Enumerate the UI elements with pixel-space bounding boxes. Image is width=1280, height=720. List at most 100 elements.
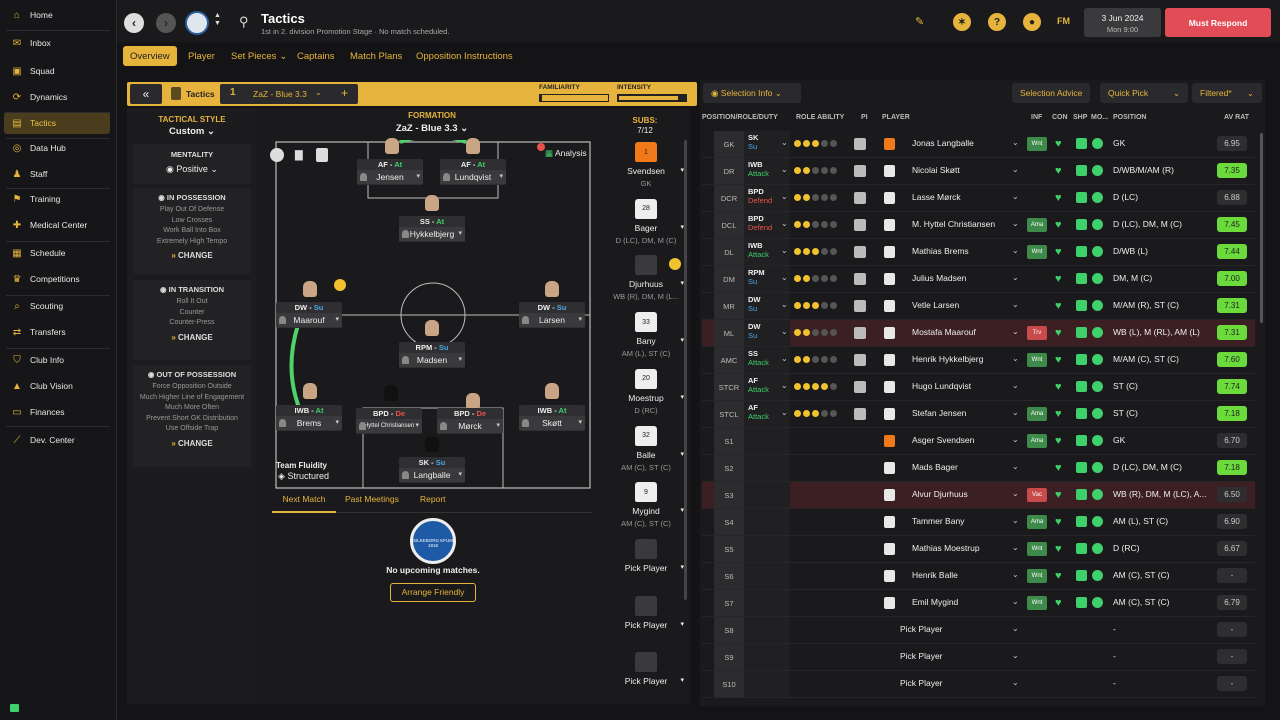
sidebar-item-club-vision[interactable]: ▲ Club Vision (4, 375, 110, 397)
sidebar-item-club-info[interactable]: ⛉ Club Info (4, 349, 110, 371)
chevron-down-icon[interactable]: ⌄ (1012, 138, 1019, 147)
chevron-down-icon[interactable]: ⌄ (1012, 381, 1019, 390)
column-header[interactable]: SHP (1073, 114, 1087, 121)
analysis-button[interactable]: ▦ Analysis (545, 148, 587, 159)
pitch-player-chip[interactable]: DW - Su Maarouf ▾ (276, 302, 342, 328)
player-name[interactable]: Pick Player (900, 651, 943, 661)
pitch-player-chip[interactable]: IWB - At Skøtt ▾ (519, 405, 585, 431)
position-slot[interactable]: ML (714, 320, 744, 346)
position-slot[interactable]: S10 (714, 671, 744, 697)
in-transition-change-button[interactable]: » CHANGE (133, 333, 251, 342)
column-header[interactable]: INF (1031, 114, 1042, 121)
pitch-player-chip[interactable]: AF - At Jensen ▾ (357, 159, 423, 185)
chevron-down-icon[interactable]: ⌄ (1012, 219, 1019, 228)
table-row[interactable]: GK SK Su ⌄ Jonas Langballe ⌄ Wnt ♥ GK 6.95 (702, 131, 1255, 158)
sidebar-item-scouting[interactable]: ⌕ Scouting (4, 295, 110, 317)
player-name[interactable]: Lasse Mørck (912, 192, 961, 202)
selection-info-button[interactable]: ◉ Selection Info ⌄ (703, 83, 801, 103)
arrange-friendly-button[interactable]: Arrange Friendly (390, 583, 476, 602)
sidebar-item-competitions[interactable]: ♛ Competitions (4, 268, 110, 290)
tactical-style-select[interactable]: Custom ⌄ (127, 126, 257, 137)
player-name[interactable]: Asger Svendsen (912, 435, 974, 445)
position-slot[interactable]: DM (714, 266, 744, 292)
table-row[interactable]: AMC SS Attack ⌄ Henrik Hykkelbjerg ⌄ Wnt ♥ M/AM … (702, 347, 1255, 374)
table-row[interactable]: S2 Mads Bager ⌄ ♥ D (LC), DM, M (C) 7.18 (702, 455, 1255, 482)
sidebar-item-home[interactable]: ⌂ Home (4, 4, 110, 26)
player-name[interactable]: Pick Player (900, 624, 943, 634)
pitch-player-chip[interactable]: RPM - Su Madsen ▾ (399, 342, 465, 368)
pitch-player-chip[interactable]: BPD - De Mørck ▾ (437, 408, 503, 434)
player-name[interactable]: Mathias Brems (912, 246, 969, 256)
table-row[interactable]: S8 Pick Player ⌄ - - (702, 617, 1255, 644)
chevron-down-icon[interactable]: ⌄ (1012, 489, 1019, 498)
player-name[interactable]: Vetle Larsen (912, 300, 959, 310)
role-duty-select[interactable] (744, 536, 790, 562)
quick-pick-button[interactable]: Quick Pick ⌄ (1100, 83, 1188, 103)
chevron-down-icon[interactable]: ⌄ (1012, 678, 1019, 687)
out-of-possession-change-button[interactable]: » CHANGE (133, 439, 251, 448)
sub-slot[interactable]: Pick Player ▾ (606, 595, 686, 633)
role-duty-select[interactable] (744, 455, 790, 481)
role-duty-select[interactable] (744, 428, 790, 454)
sub-name-field[interactable]: Djurhuus ▾ (606, 279, 686, 289)
table-row[interactable]: DCR BPD Defend ⌄ Lasse Mørck ⌄ ♥ D (LC) 6.88 (702, 185, 1255, 212)
instructions-icon[interactable] (316, 148, 328, 162)
player-name[interactable]: Mathias Moestrup (912, 543, 980, 553)
table-row[interactable]: MR DW Su ⌄ Vetle Larsen ⌄ ♥ M/AM (R), ST (C) 7.3… (702, 293, 1255, 320)
table-row[interactable]: DCL BPD Defend ⌄ M. Hyttel Christiansen ⌄ Ama ♥… (702, 212, 1255, 239)
position-slot[interactable]: MR (714, 293, 744, 319)
position-slot[interactable]: DR (714, 158, 744, 184)
chevron-down-icon[interactable]: ⌄ (1012, 408, 1019, 417)
player-name[interactable]: Mads Bager (912, 462, 958, 472)
sidebar-item-training[interactable]: ⚑ Training (4, 188, 110, 210)
sub-name-field[interactable]: Pick Player ▾ (606, 620, 686, 630)
role-duty-select[interactable] (744, 590, 790, 616)
role-duty-select[interactable] (744, 617, 790, 643)
date-display[interactable]: 3 Jun 2024 Mon 9:00 (1084, 8, 1161, 37)
column-header[interactable]: PI (861, 114, 868, 121)
player-info-icon[interactable] (270, 148, 284, 162)
player-instructions-icon[interactable] (854, 273, 866, 285)
table-row[interactable]: S3 Alvur Djurhuus ⌄ Vac ♥ WB (R), DM, M (LC),… (702, 482, 1255, 509)
column-header[interactable]: POSITION/ROLE/DUTY (702, 114, 778, 121)
sidebar-item-squad[interactable]: ▣ Squad (4, 60, 110, 82)
search-icon[interactable]: ⚲ (239, 14, 249, 30)
table-row[interactable]: DL IWB Attack ⌄ Mathias Brems ⌄ Wnt ♥ D/WB (L) 7.… (702, 239, 1255, 266)
table-row[interactable]: DR IWB Attack ⌄ Nicolai Skøtt ⌄ ♥ D/WB/M/AM (R)… (702, 158, 1255, 185)
chevron-down-icon[interactable]: ⌄ (1012, 435, 1019, 444)
tab-player[interactable]: Player (181, 46, 222, 66)
position-slot[interactable]: S7 (714, 590, 744, 616)
chevron-down-icon[interactable]: ⌄ (1012, 543, 1019, 552)
chevron-down-icon[interactable]: ⌄ (1012, 462, 1019, 471)
table-row[interactable]: STCR AF Attack ⌄ Hugo Lundqvist ⌄ ♥ ST (C) 7.74 (702, 374, 1255, 401)
position-slot[interactable]: AMC (714, 347, 744, 373)
position-slot[interactable]: DCL (714, 212, 744, 238)
football-icon[interactable]: ● (1023, 13, 1041, 31)
sidebar-item-dev-center[interactable]: ⟋ Dev. Center (4, 429, 110, 451)
club-badge-icon[interactable] (185, 11, 209, 35)
position-slot[interactable]: DL (714, 239, 744, 265)
sub-slot[interactable]: 20 Moestrup ▾ D (RC) (606, 368, 686, 415)
player-name[interactable]: Mostafa Maarouf (912, 327, 976, 337)
player-name[interactable]: Pick Player (900, 678, 943, 688)
table-row[interactable]: ML DW Su ⌄ Mostafa Maarouf ⌄ Trv ♥ WB (L), M (RL… (702, 320, 1255, 347)
add-tactic-icon[interactable]: + (341, 86, 348, 100)
sub-name-field[interactable]: Balle ▾ (606, 450, 686, 460)
position-slot[interactable]: S4 (714, 509, 744, 535)
chevron-down-icon[interactable]: ⌄ (1012, 651, 1019, 660)
table-row[interactable]: S1 Asger Svendsen ⌄ Ama ♥ GK 6.70 (702, 428, 1255, 455)
table-row[interactable]: S9 Pick Player ⌄ - - (702, 644, 1255, 671)
player-name[interactable]: Hugo Lundqvist (912, 381, 971, 391)
position-slot[interactable]: S8 (714, 617, 744, 643)
filter-button[interactable]: Filtered* ⌄ (1192, 83, 1262, 103)
chevron-down-icon[interactable]: ⌄ (1012, 354, 1019, 363)
player-name[interactable]: Jonas Langballe (912, 138, 974, 148)
player-name-field[interactable]: Jensen ▾ (357, 170, 423, 184)
sidebar-item-dynamics[interactable]: ⟳ Dynamics (4, 86, 110, 108)
sidebar-item-schedule[interactable]: ▦ Schedule (4, 242, 110, 264)
selection-advice-button[interactable]: Selection Advice (1012, 83, 1091, 103)
role-duty-select[interactable] (744, 671, 790, 697)
player-instructions-icon[interactable] (854, 408, 866, 420)
column-header[interactable]: CON (1052, 114, 1068, 121)
chevron-down-icon[interactable]: ⌄ (1012, 624, 1019, 633)
